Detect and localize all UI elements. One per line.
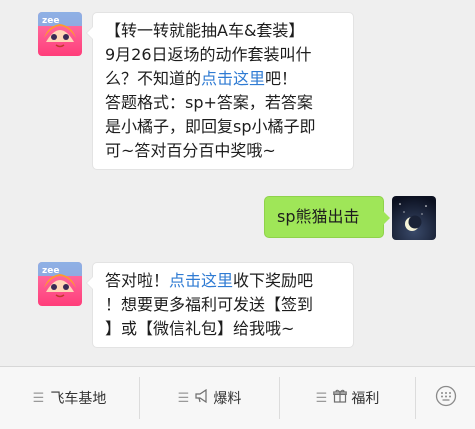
message-line: 】或【微信礼包】给我哦~ <box>105 317 341 341</box>
menu-item-news[interactable]: ☰ 爆料 <box>140 367 279 429</box>
menu-lines-icon: ☰ <box>177 390 190 406</box>
message-bubble-3: 答对啦！点击这里收下奖励吧 ！想要更多福利可发送【签到 】或【微信礼包】给我哦~ <box>86 262 354 348</box>
menu-lines-icon: ☰ <box>32 390 45 406</box>
account-avatar[interactable]: zee <box>38 262 82 306</box>
menu-item-label: 福利 <box>351 391 380 407</box>
message-text: 答题格式：sp+答案，若答案 <box>105 93 313 112</box>
message-text: 9月26日返场的动作套装叫什 <box>105 45 312 64</box>
gift-icon <box>333 389 348 407</box>
message-bubble-1: 【转一转就能抽A车&套装】 9月26日返场的动作套装叫什 么？不知道的点击这里吧！答… <box>86 12 354 170</box>
click-here-link[interactable]: 点击这里 <box>169 271 233 290</box>
message-text: sp熊猫出击 <box>277 207 360 226</box>
message-line: 9月26日返场的动作套装叫什 <box>105 43 341 67</box>
user-avatar[interactable] <box>392 196 436 240</box>
message-text: 可~答对百分百中奖哦~ <box>105 141 276 160</box>
message-text: 】或【微信礼包】给我哦~ <box>105 319 295 338</box>
message-text: ！想要更多福利可发送【签到 <box>105 295 314 314</box>
message-text: 答对啦！ <box>105 271 170 290</box>
svg-text:zee: zee <box>42 16 59 26</box>
menu-item-base[interactable]: ☰ 飞车基地 <box>0 367 139 429</box>
chat-area: zee 【转一转就能抽A车&套装】 9月26日返场的动作套装叫什 么？不知道的点击这… <box>0 0 475 365</box>
megaphone-icon <box>195 388 209 407</box>
message-text: 收下奖励吧 <box>233 271 314 290</box>
message-text: 【转一转就能抽A车&套装】 <box>105 21 305 40</box>
account-avatar[interactable]: zee <box>38 12 82 56</box>
message-line: 答题格式：sp+答案，若答案 <box>105 91 341 115</box>
message-line: 【转一转就能抽A车&套装】 <box>105 19 341 43</box>
menu-item-label: 飞车基地 <box>50 391 107 407</box>
message-line: 是小橘子，即回复sp小橘子即 <box>105 115 341 139</box>
message-text: 是小橘子，即回复sp小橘子即 <box>105 117 316 136</box>
message-line: 么？不知道的点击这里吧！ <box>105 67 341 91</box>
keyboard-toggle-button[interactable] <box>416 367 475 429</box>
custom-menu-bar: ☰ 飞车基地 ☰ 爆料 ☰ 福利 <box>0 366 475 429</box>
message-line: 答对啦！点击这里收下奖励吧 <box>105 269 341 293</box>
menu-lines-icon: ☰ <box>315 390 328 406</box>
keyboard-icon <box>435 385 457 411</box>
message-line: 可~答对百分百中奖哦~ <box>105 139 341 163</box>
menu-item-welfare[interactable]: ☰ 福利 <box>280 367 415 429</box>
message-text: 么？不知道的 <box>105 69 202 88</box>
message-line: sp熊猫出击 <box>277 205 371 229</box>
message-line: ！想要更多福利可发送【签到 <box>105 293 341 317</box>
message-text: 吧！ <box>265 69 298 88</box>
menu-item-label: 爆料 <box>213 391 242 407</box>
message-bubble-2: sp熊猫出击 <box>264 196 390 238</box>
svg-text:zee: zee <box>42 266 59 276</box>
click-here-link[interactable]: 点击这里 <box>201 69 265 88</box>
